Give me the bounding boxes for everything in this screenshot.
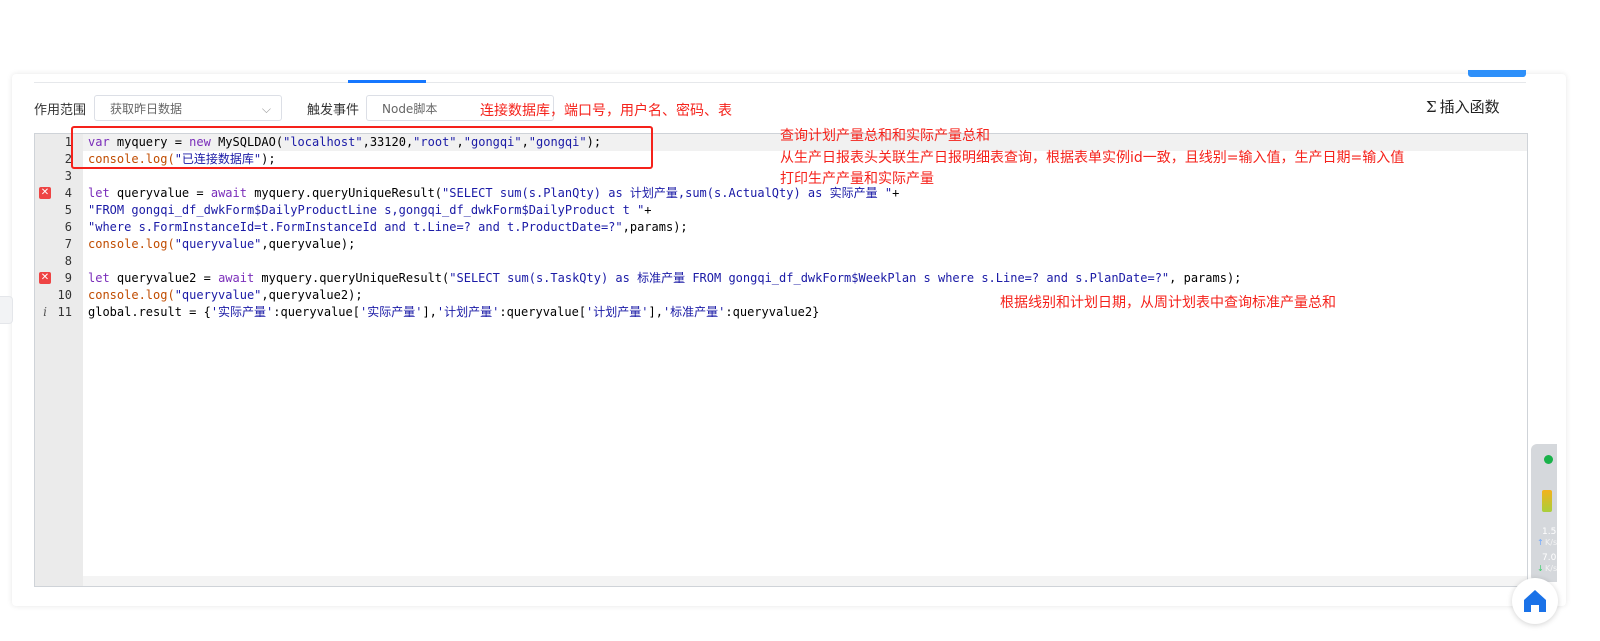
line-number: 11 [57, 305, 72, 319]
line-number: 9 [64, 271, 72, 285]
download-arrow-icon: ↓ [1537, 564, 1544, 573]
code-text: let queryvalue = await myquery.queryUniq… [88, 186, 900, 200]
upload-arrow-icon: ↑ [1537, 538, 1544, 547]
line-number: 7 [64, 237, 72, 251]
annotation-query2: 根据线别和计划日期，从周计划表中查询标准产量总和 [1000, 295, 1336, 311]
editor-horizontal-scrollbar[interactable] [83, 576, 1527, 586]
annotation-query1-print: 打印生产产量和实际产量 [780, 171, 934, 187]
scope-select-value: 获取昨日数据 [110, 102, 183, 116]
upload-unit: K/s [1545, 538, 1558, 547]
code-line: ✕ 9 let queryvalue2 = await myquery.quer… [35, 270, 1527, 287]
code-line: 6 "where s.FormInstanceId=t.FormInstance… [35, 219, 1527, 236]
code-text: "FROM gongqi_df_dwkForm$DailyProductLine… [88, 203, 652, 217]
line-number: 4 [64, 186, 72, 200]
scope-label: 作用范围 [34, 103, 87, 118]
scope-select[interactable]: 获取昨日数据 ⌵ [94, 95, 282, 121]
insert-function-button[interactable]: Σ 插入函数 [1426, 96, 1500, 117]
line-number: 3 [64, 169, 72, 183]
home-icon [1524, 590, 1546, 612]
line-number: 2 [64, 152, 72, 166]
top-right-button[interactable] [1468, 70, 1526, 77]
download-unit: K/s [1545, 564, 1558, 573]
code-text: console.log("queryvalue",queryvalue); [88, 237, 356, 251]
tab-divider [34, 82, 1526, 83]
annotation-connect: 连接数据库，端口号，用户名、密码、表 [480, 103, 732, 119]
side-collapse-handle[interactable] [0, 296, 13, 324]
line-number: 5 [64, 203, 72, 217]
line-number: 10 [57, 288, 72, 302]
code-text: console.log("queryvalue",queryvalue2); [88, 288, 363, 302]
line-number: 6 [64, 220, 72, 234]
trigger-label: 触发事件 [307, 103, 360, 118]
line-number: 1 [64, 135, 72, 149]
code-line: 5 "FROM gongqi_df_dwkForm$DailyProductLi… [35, 202, 1527, 219]
sigma-icon: Σ [1426, 98, 1437, 116]
upload-speed: 1.5 [1542, 527, 1557, 537]
annotation-highlight-box [71, 126, 653, 169]
chevron-down-icon: ⌵ [261, 102, 271, 116]
active-tab-indicator [348, 80, 426, 83]
home-button[interactable] [1512, 578, 1558, 624]
code-text: let queryvalue2 = await myquery.queryUni… [88, 271, 1242, 285]
download-speed: 7.0 [1542, 553, 1557, 563]
line-number: 8 [64, 254, 72, 268]
code-editor[interactable]: 1 var myquery = new MySQLDAO("localhost"… [34, 133, 1528, 587]
code-line: 8 [35, 253, 1527, 270]
annotation-query1-title: 查询计划产量总和和实际产量总和 [780, 128, 990, 144]
code-line: 7 console.log("queryvalue",queryvalue); [35, 236, 1527, 253]
annotation-query1-detail: 从生产日报表头关联生产日报明细表查询，根据表单实例id一致，且线别=输入值，生产… [780, 150, 1405, 166]
code-text: global.result = {'实际产量':queryvalue['实际产量… [88, 305, 820, 319]
code-text: "where s.FormInstanceId=t.FormInstanceId… [88, 220, 688, 234]
trigger-select-value: Node脚本 [382, 102, 438, 116]
insert-function-label: 插入函数 [1439, 98, 1500, 116]
status-dot-icon [1544, 455, 1553, 464]
level-bar-icon [1542, 490, 1552, 512]
